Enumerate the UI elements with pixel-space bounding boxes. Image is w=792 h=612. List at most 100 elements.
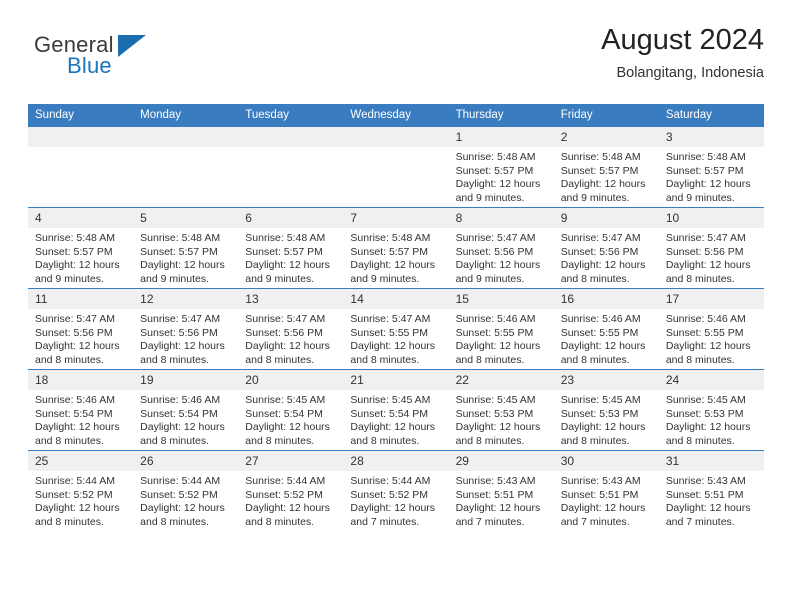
calendar-day-cell[interactable]: 11 Sunrise: 5:47 AM Sunset: 5:56 PM Dayligh…: [28, 288, 134, 370]
day-number: 9: [553, 208, 659, 228]
calendar-day-cell[interactable]: 14 Sunrise: 5:47 AM Sunset: 5:55 PM Dayligh…: [343, 288, 449, 370]
calendar-day-cell[interactable]: 18 Sunrise: 5:46 AM Sunset: 5:54 PM Dayligh…: [28, 369, 134, 451]
day-sun-info-line: Sunset: 5:54 PM: [140, 407, 218, 420]
day-sun-info-line: Daylight: 12 hours: [350, 421, 436, 434]
calendar-day-cell[interactable]: 31 Sunrise: 5:43 AM Sunset: 5:51 PM Dayligh…: [658, 450, 764, 531]
weekday-header-sunday: Sunday: [28, 104, 134, 127]
day-sun-info-line: and 9 minutes.: [665, 191, 735, 204]
calendar-day-cell[interactable]: 23 Sunrise: 5:45 AM Sunset: 5:53 PM Dayligh…: [553, 369, 659, 451]
day-sun-info-line: and 8 minutes.: [35, 434, 104, 447]
day-number: 4: [28, 208, 134, 228]
calendar-day-cell[interactable]: 4 Sunrise: 5:48 AM Sunset: 5:57 PM Daylight…: [28, 207, 134, 289]
day-sun-info-line: Daylight: 12 hours: [560, 178, 646, 191]
day-sun-info-line: Daylight: 12 hours: [665, 340, 751, 353]
day-sun-info-line: Sunrise: 5:47 AM: [350, 313, 431, 325]
calendar-day-cell[interactable]: 24 Sunrise: 5:45 AM Sunset: 5:53 PM Dayligh…: [658, 369, 764, 451]
day-sun-info: Sunrise: 5:46 AM Sunset: 5:55 PM Daylight:…: [449, 309, 554, 367]
day-sun-info-line: and 8 minutes.: [560, 353, 630, 366]
calendar-day-cell[interactable]: 25 Sunrise: 5:44 AM Sunset: 5:52 PM Dayligh…: [28, 450, 134, 531]
day-sun-info-line: and 8 minutes.: [245, 515, 315, 528]
calendar-day-cell[interactable]: 21 Sunrise: 5:45 AM Sunset: 5:54 PM Dayligh…: [343, 369, 449, 451]
day-sun-info: Sunrise: 5:47 AM Sunset: 5:56 PM Daylight:…: [133, 309, 238, 367]
day-sun-info-line: Sunrise: 5:45 AM: [665, 394, 746, 406]
calendar-day-cell-empty: [133, 126, 239, 208]
day-sun-info: Sunrise: 5:47 AM Sunset: 5:56 PM Daylight:…: [238, 309, 343, 367]
calendar-day-cell[interactable]: 13 Sunrise: 5:47 AM Sunset: 5:56 PM Dayligh…: [238, 288, 344, 370]
day-number: 11: [28, 289, 134, 309]
day-sun-info: Sunrise: 5:48 AM Sunset: 5:57 PM Daylight:…: [343, 228, 448, 286]
day-sun-info-line: Sunset: 5:53 PM: [665, 407, 744, 420]
calendar-day-cell[interactable]: 9 Sunrise: 5:47 AM Sunset: 5:56 PM Daylight…: [553, 207, 659, 289]
calendar-day-cell[interactable]: 10 Sunrise: 5:47 AM Sunset: 5:56 PM Dayligh…: [658, 207, 764, 289]
day-sun-info-line: Sunrise: 5:46 AM: [665, 313, 746, 325]
day-sun-info-line: and 7 minutes.: [665, 515, 735, 528]
calendar-day-cell-empty: [28, 126, 134, 208]
day-sun-info-line: Daylight: 12 hours: [455, 502, 541, 515]
calendar-page: General Blue August 2024 Bolangitang, In…: [0, 0, 792, 612]
calendar-day-cell[interactable]: 30 Sunrise: 5:43 AM Sunset: 5:51 PM Dayligh…: [553, 450, 659, 531]
calendar-day-cell[interactable]: 5 Sunrise: 5:48 AM Sunset: 5:57 PM Daylight…: [133, 207, 239, 289]
calendar-day-cell[interactable]: 20 Sunrise: 5:45 AM Sunset: 5:54 PM Dayligh…: [238, 369, 344, 451]
weekday-header-friday: Friday: [553, 104, 659, 127]
day-sun-info-line: Sunset: 5:54 PM: [350, 407, 429, 420]
day-sun-info-line: Daylight: 12 hours: [350, 340, 436, 353]
day-number: 24: [658, 370, 764, 390]
day-sun-info-line: Daylight: 12 hours: [140, 340, 225, 353]
day-sun-info-line: and 9 minutes.: [455, 191, 525, 204]
calendar-day-cell[interactable]: 17 Sunrise: 5:46 AM Sunset: 5:55 PM Dayligh…: [658, 288, 764, 370]
day-sun-info: Sunrise: 5:47 AM Sunset: 5:55 PM Daylight:…: [343, 309, 448, 367]
day-sun-info: Sunrise: 5:45 AM Sunset: 5:53 PM Daylight:…: [659, 390, 764, 448]
calendar-day-cell[interactable]: 12 Sunrise: 5:47 AM Sunset: 5:56 PM Dayligh…: [133, 288, 239, 370]
day-sun-info-line: Sunset: 5:57 PM: [455, 164, 534, 177]
calendar-day-cell[interactable]: 26 Sunrise: 5:44 AM Sunset: 5:52 PM Dayligh…: [133, 450, 239, 531]
calendar-day-cell[interactable]: 8 Sunrise: 5:47 AM Sunset: 5:56 PM Daylight…: [448, 207, 554, 289]
day-sun-info: Sunrise: 5:45 AM Sunset: 5:54 PM Daylight:…: [343, 390, 448, 448]
calendar-day-cell[interactable]: 3 Sunrise: 5:48 AM Sunset: 5:57 PM Daylight…: [658, 126, 764, 208]
calendar-day-cell[interactable]: 15 Sunrise: 5:46 AM Sunset: 5:55 PM Dayligh…: [448, 288, 554, 370]
day-sun-info-line: Sunset: 5:56 PM: [455, 245, 534, 258]
day-sun-info-line: Sunset: 5:52 PM: [245, 488, 323, 501]
calendar-day-cell[interactable]: 29 Sunrise: 5:43 AM Sunset: 5:51 PM Dayligh…: [448, 450, 554, 531]
weekday-header-saturday: Saturday: [658, 104, 764, 127]
day-sun-info-line: and 9 minutes.: [455, 272, 525, 285]
day-sun-info: Sunrise: 5:48 AM Sunset: 5:57 PM Daylight:…: [28, 228, 133, 286]
day-number: 29: [448, 451, 554, 471]
calendar-day-cell[interactable]: 22 Sunrise: 5:45 AM Sunset: 5:53 PM Dayligh…: [448, 369, 554, 451]
weekday-header-wednesday: Wednesday: [343, 104, 449, 127]
day-sun-info: Sunrise: 5:45 AM Sunset: 5:53 PM Daylight:…: [554, 390, 659, 448]
day-sun-info-line: and 8 minutes.: [35, 353, 104, 366]
calendar-day-cell[interactable]: 19 Sunrise: 5:46 AM Sunset: 5:54 PM Dayligh…: [133, 369, 239, 451]
calendar-day-cell[interactable]: 27 Sunrise: 5:44 AM Sunset: 5:52 PM Dayligh…: [238, 450, 344, 531]
calendar-day-cell[interactable]: 7 Sunrise: 5:48 AM Sunset: 5:57 PM Daylight…: [343, 207, 449, 289]
general-blue-logo[interactable]: General Blue: [34, 32, 214, 88]
day-sun-info-line: Sunset: 5:51 PM: [665, 488, 744, 501]
day-sun-info-line: Sunrise: 5:43 AM: [665, 475, 746, 487]
day-number: 1: [448, 127, 554, 147]
day-sun-info-line: Daylight: 12 hours: [35, 259, 120, 272]
day-sun-info: Sunrise: 5:43 AM Sunset: 5:51 PM Daylight:…: [554, 471, 659, 529]
day-number: 30: [553, 451, 659, 471]
weekday-header-tuesday: Tuesday: [238, 104, 344, 127]
day-sun-info-line: Sunrise: 5:46 AM: [35, 394, 115, 406]
day-sun-info-line: and 8 minutes.: [455, 353, 525, 366]
calendar-day-cell[interactable]: 16 Sunrise: 5:46 AM Sunset: 5:55 PM Dayligh…: [553, 288, 659, 370]
day-sun-info-line: and 8 minutes.: [665, 434, 735, 447]
day-sun-info-line: Sunset: 5:52 PM: [350, 488, 429, 501]
day-sun-info-line: Sunrise: 5:47 AM: [455, 232, 536, 244]
calendar-day-cell[interactable]: 6 Sunrise: 5:48 AM Sunset: 5:57 PM Daylight…: [238, 207, 344, 289]
day-number: 12: [133, 289, 239, 309]
day-sun-info-line: Sunrise: 5:44 AM: [245, 475, 326, 487]
day-number: 8: [448, 208, 554, 228]
day-sun-info-line: and 7 minutes.: [350, 515, 420, 528]
day-sun-info: Sunrise: 5:47 AM Sunset: 5:56 PM Daylight:…: [28, 309, 133, 367]
day-sun-info-line: Sunrise: 5:44 AM: [140, 475, 221, 487]
day-sun-info-line: Sunrise: 5:44 AM: [35, 475, 115, 487]
day-sun-info-line: Sunset: 5:56 PM: [665, 245, 744, 258]
calendar-day-cell[interactable]: 28 Sunrise: 5:44 AM Sunset: 5:52 PM Dayligh…: [343, 450, 449, 531]
calendar-day-cell[interactable]: 2 Sunrise: 5:48 AM Sunset: 5:57 PM Daylight…: [553, 126, 659, 208]
calendar-body: 1 Sunrise: 5:48 AM Sunset: 5:57 PM Daylight…: [28, 126, 764, 531]
day-sun-info: Sunrise: 5:44 AM Sunset: 5:52 PM Daylight:…: [343, 471, 448, 529]
calendar-day-cell[interactable]: 1 Sunrise: 5:48 AM Sunset: 5:57 PM Daylight…: [448, 126, 554, 208]
day-sun-info-line: Daylight: 12 hours: [665, 178, 751, 191]
day-sun-info-line: Sunrise: 5:47 AM: [35, 313, 115, 325]
